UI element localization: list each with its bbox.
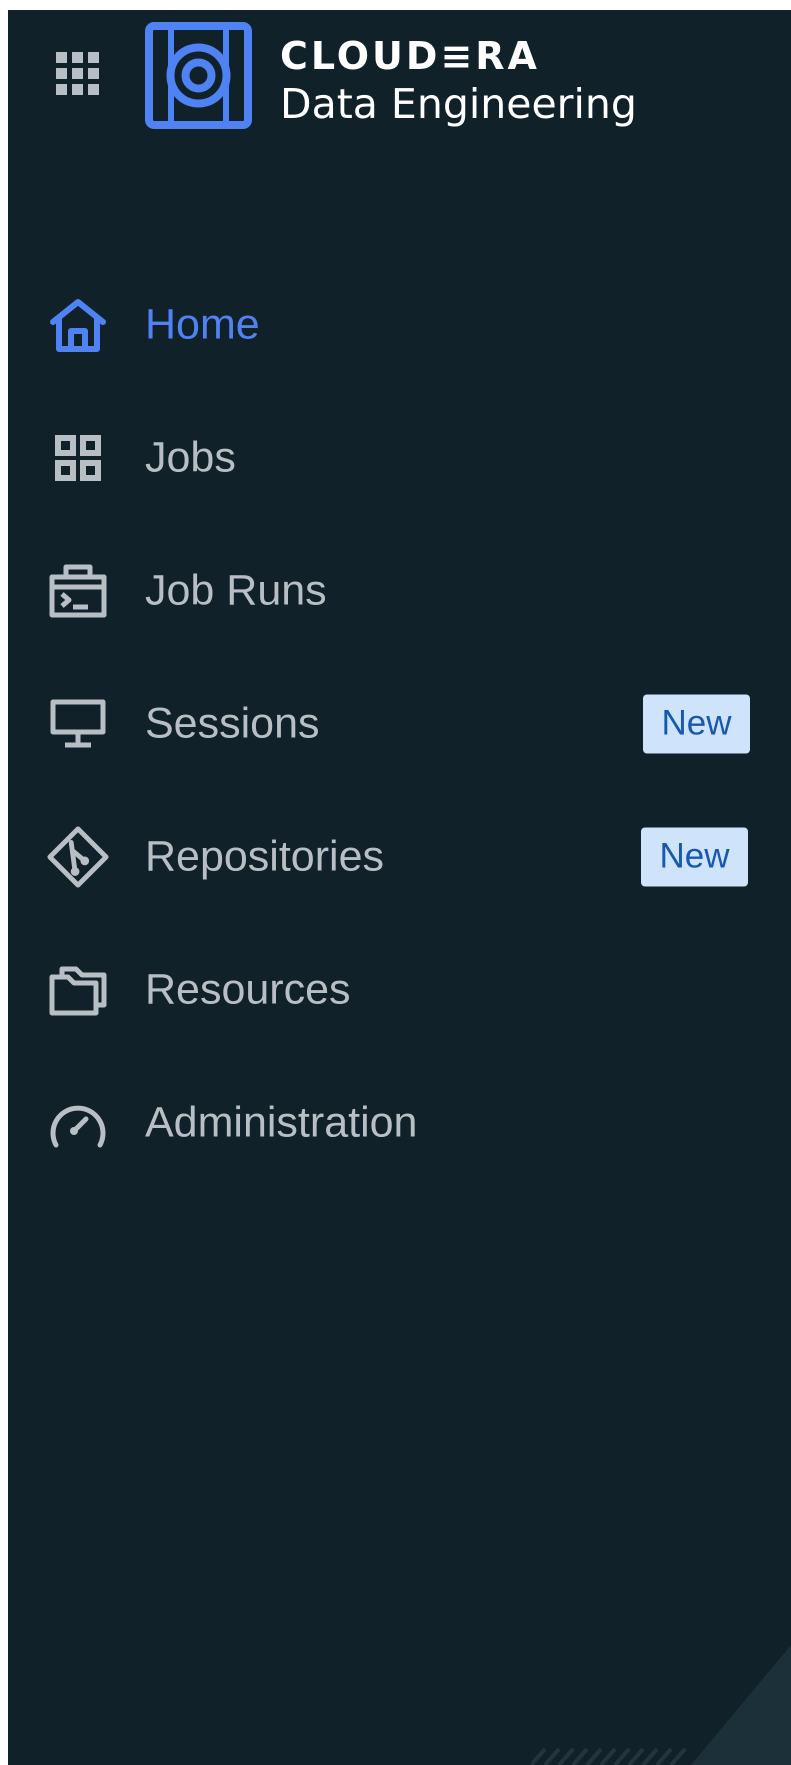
nav-item-jobs[interactable]: Jobs	[8, 391, 791, 524]
nav-label-administration: Administration	[145, 1098, 418, 1146]
gauge-icon	[46, 1091, 110, 1155]
new-badge: New	[643, 694, 750, 753]
home-icon	[46, 293, 110, 357]
nav-label-home: Home	[145, 300, 260, 348]
cloudera-logo-icon	[145, 22, 252, 129]
nav-label-sessions: Sessions	[145, 699, 320, 747]
sidebar: CLOUD≡RA Data Engineering Home Jobs Job …	[8, 10, 791, 1765]
nav-item-home[interactable]: Home	[8, 258, 791, 391]
nav-item-sessions[interactable]: Sessions New	[8, 657, 791, 790]
terminal-briefcase-icon	[46, 559, 110, 623]
app-grid-icon	[56, 52, 99, 95]
nav-label-repositories: Repositories	[145, 832, 384, 880]
nav-label-job-runs: Job Runs	[145, 566, 327, 614]
app-switcher-button[interactable]	[54, 50, 102, 98]
brand-product-name: Data Engineering	[280, 80, 637, 128]
nav-item-job-runs[interactable]: Job Runs	[8, 524, 791, 657]
nav-label-jobs: Jobs	[145, 433, 236, 481]
decorative-corner-graphic	[531, 1645, 791, 1765]
new-badge: New	[641, 827, 748, 886]
brand-company-name: CLOUD≡RA	[280, 34, 540, 78]
jobs-grid-icon	[46, 426, 110, 490]
monitor-icon	[46, 692, 110, 756]
nav-item-repositories[interactable]: Repositories New	[8, 790, 791, 923]
git-diamond-icon	[46, 825, 110, 889]
folders-icon	[46, 958, 110, 1022]
nav-item-resources[interactable]: Resources	[8, 923, 791, 1056]
nav-item-administration[interactable]: Administration	[8, 1056, 791, 1189]
nav-label-resources: Resources	[145, 965, 351, 1013]
main-nav: Home Jobs Job Runs Sessions New Reposito…	[8, 258, 791, 1189]
brand[interactable]: CLOUD≡RA Data Engineering	[145, 22, 637, 130]
